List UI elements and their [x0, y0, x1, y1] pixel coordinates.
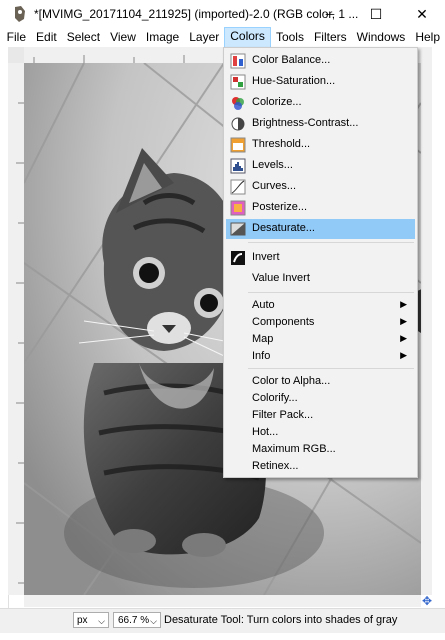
- menu-item-label: Components: [252, 316, 315, 328]
- menu-windows[interactable]: Windows: [352, 28, 411, 47]
- menu-filters[interactable]: Filters: [309, 28, 352, 47]
- zoom-value: 66.7 %: [118, 615, 150, 626]
- menu-bar: File Edit Select View Image Layer Colors…: [0, 27, 445, 48]
- menu-item-label: Colorify...: [252, 392, 298, 404]
- menu-item-threshold[interactable]: Threshold...: [226, 135, 415, 155]
- menu-item-color-balance[interactable]: Color Balance...: [226, 51, 415, 71]
- menu-item-colorize[interactable]: Colorize...: [226, 93, 415, 113]
- maximize-icon: ☐: [369, 5, 383, 22]
- menu-item-label: Auto: [252, 299, 275, 311]
- menu-item-label: Retinex...: [252, 460, 299, 472]
- right-dock-edge: [432, 47, 445, 608]
- menu-item-label: Desaturate...: [252, 222, 315, 234]
- menu-item-retinex[interactable]: Retinex...: [226, 457, 415, 477]
- menu-item-label: Brightness-Contrast...: [252, 117, 359, 129]
- menu-item-label: Map: [252, 333, 274, 345]
- submenu-arrow-icon: ▶: [400, 350, 407, 360]
- menu-separator: [248, 292, 414, 293]
- menu-item-label: Color to Alpha...: [252, 375, 331, 387]
- chevron-down-icon: ⌵: [150, 616, 157, 626]
- menu-item-label: Curves...: [252, 180, 297, 192]
- menu-colors[interactable]: Colors: [224, 27, 271, 48]
- menu-select[interactable]: Select: [62, 28, 105, 47]
- levels-icon: [230, 158, 246, 174]
- menu-image[interactable]: Image: [141, 28, 184, 47]
- vertical-ruler[interactable]: [8, 63, 25, 595]
- menu-edit[interactable]: Edit: [31, 28, 62, 47]
- color-balance-icon: [230, 53, 246, 69]
- menu-item-label: Threshold...: [252, 138, 311, 150]
- submenu-arrow-icon: ▶: [400, 333, 407, 343]
- menu-item-levels[interactable]: Levels...: [226, 156, 415, 176]
- chevron-down-icon: ⌵: [98, 616, 105, 626]
- ruler-corner[interactable]: [8, 47, 24, 63]
- minimize-icon: ─: [325, 7, 335, 21]
- invert-icon: [230, 250, 246, 266]
- menu-item-desaturate[interactable]: Desaturate...: [226, 219, 415, 239]
- menu-separator: [248, 242, 414, 243]
- close-icon: ✕: [416, 5, 428, 22]
- menu-item-brightness-contrast[interactable]: Brightness-Contrast...: [226, 114, 415, 134]
- threshold-icon: [230, 137, 246, 153]
- menu-item-hue-saturation[interactable]: Hue-Saturation...: [226, 72, 415, 92]
- menu-item-label: Filter Pack...: [252, 409, 314, 421]
- menu-help[interactable]: Help: [410, 28, 445, 47]
- menu-item-label: Hue-Saturation...: [252, 75, 336, 87]
- unit-select[interactable]: px ⌵: [73, 612, 109, 628]
- menu-item-posterize[interactable]: Posterize...: [226, 198, 415, 218]
- desaturate-icon: [230, 221, 246, 237]
- menu-item-value-invert[interactable]: Value Invert: [226, 269, 415, 289]
- title-bar: *[MVIMG_20171104_211925] (imported)-2.0 …: [0, 0, 445, 28]
- unit-value: px: [77, 615, 88, 626]
- posterize-icon: [230, 200, 246, 216]
- menu-layer[interactable]: Layer: [184, 28, 224, 47]
- maximize-button[interactable]: ☐: [353, 0, 399, 28]
- menu-item-label: Invert: [252, 251, 280, 263]
- menu-item-label: Levels...: [252, 159, 293, 171]
- menu-item-label: Colorize...: [252, 96, 302, 108]
- menu-item-label: Color Balance...: [252, 54, 331, 66]
- vertical-scrollbar[interactable]: [421, 63, 432, 595]
- brightness-contrast-icon: [230, 116, 246, 132]
- minimize-button[interactable]: ─: [307, 0, 353, 28]
- submenu-arrow-icon: ▶: [400, 299, 407, 309]
- horizontal-scrollbar[interactable]: [24, 595, 421, 607]
- status-message: Desaturate Tool: Turn colors into shades…: [164, 614, 398, 626]
- menu-separator: [248, 368, 414, 369]
- colors-menu: Color Balance... Hue-Saturation... Color…: [223, 47, 418, 478]
- menu-item-label: Hot...: [252, 426, 279, 438]
- menu-item-curves[interactable]: Curves...: [226, 177, 415, 197]
- menu-item-label: Value Invert: [252, 272, 310, 284]
- menu-view[interactable]: View: [105, 28, 141, 47]
- menu-item-info[interactable]: Info ▶: [226, 347, 415, 367]
- close-button[interactable]: ✕: [399, 0, 445, 28]
- zoom-select[interactable]: 66.7 % ⌵: [113, 612, 161, 628]
- menu-file[interactable]: File: [2, 28, 31, 47]
- menu-item-label: Posterize...: [252, 201, 308, 213]
- hue-saturation-icon: [230, 74, 246, 90]
- submenu-arrow-icon: ▶: [400, 316, 407, 326]
- curves-icon: [230, 179, 246, 195]
- colorize-icon: [230, 95, 246, 111]
- menu-item-label: Maximum RGB...: [252, 443, 336, 455]
- menu-tools[interactable]: Tools: [271, 28, 309, 47]
- menu-item-label: Info: [252, 350, 271, 362]
- menu-item-invert[interactable]: Invert: [226, 248, 415, 268]
- gimp-app-icon: [12, 5, 28, 23]
- navigate-icon[interactable]: ✥: [422, 594, 436, 608]
